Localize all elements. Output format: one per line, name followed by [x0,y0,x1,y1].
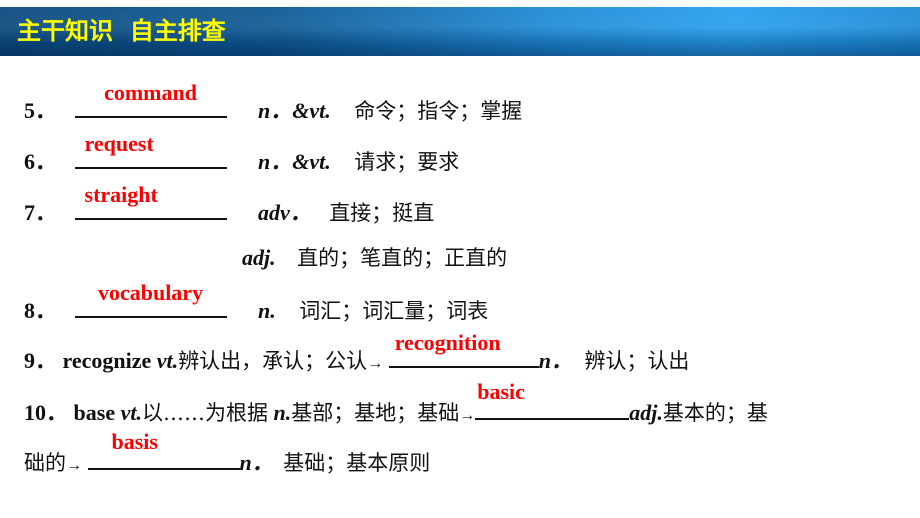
answer-blank[interactable]: command [74,80,227,118]
answer-part-of-speech: n． [538,348,573,373]
item-number: 8． [24,298,58,323]
section-title: 主干知识 自主排查 [17,17,226,45]
part-of-speech: vt. [120,400,142,425]
meaning: 直接；挺直 [329,201,435,225]
part-of-speech: n. [273,400,292,425]
answer-meaning: 基础；基本原则 [283,451,431,475]
answer-blank[interactable]: recognition [388,330,539,368]
vocab-item-8: 8． vocabulary n. 词汇；词汇量；词表 [24,280,489,326]
answer-text: request [84,131,154,156]
vocab-item-6: 6． request n．&vt. 请求；要求 [24,131,460,177]
answer-text: straight [84,182,158,207]
item-number: 5． [24,98,58,123]
meaning: 基部；基地；基础 [291,401,460,425]
answer-part-of-speech: n． [239,450,274,475]
vocab-item-5: 5． command n．&vt. 命令；指令；掌握 [24,80,523,126]
answer-text: basic [477,379,525,404]
answer-blank[interactable]: basic [475,379,630,420]
arrow-right-icon: → [66,457,82,474]
section-header-bar: 主干知识 自主排查 [0,7,920,56]
meaning: 请求；要求 [354,150,460,174]
answer-text: vocabulary [97,280,204,305]
answer-meaning: 基本的；基 [662,401,768,425]
arrow-right-icon: → [367,355,384,372]
part-of-speech: n．&vt. [258,98,331,123]
vocab-item-9: 9． recognize vt.辨认出，承认；公认→ recognition n… [24,330,690,379]
part-of-speech: vt. [156,348,179,373]
headword: recognize [62,348,152,373]
answer-blank[interactable]: request [74,131,227,169]
part-of-speech: adj. [242,245,276,270]
answer-text: recognition [394,330,501,355]
item-number: 10． [24,400,69,425]
meaning: 直的；笔直的；正直的 [297,246,508,270]
answer-meaning: 础的 [24,451,66,475]
vocab-item-10-cont: 础的→ basis n． 基础；基本原则 [24,429,431,481]
item-number: 7． [24,200,58,225]
part-of-speech: n. [258,298,276,323]
answer-blank[interactable]: basis [87,429,240,470]
part-of-speech: n．&vt. [258,149,331,174]
vocab-item-7-extra: adj. 直的；笔直的；正直的 [242,243,507,273]
meaning: 词汇；词汇量；词表 [299,299,489,323]
answer-blank[interactable]: vocabulary [74,280,227,318]
meaning: 辨认出，承认；公认 [178,349,368,373]
answer-text: command [104,80,197,105]
answer-text: basis [111,429,158,454]
part-of-speech: adv． [258,200,312,225]
headword: base [73,400,116,425]
arrow-right-icon: → [459,407,476,424]
answer-part-of-speech: adj. [629,400,663,425]
meaning: 命令；指令；掌握 [354,99,523,123]
answer-blank[interactable]: straight [74,182,227,220]
meaning: 以……为根据 [141,401,268,425]
vocab-item-7: 7． straight adv． 直接；挺直 [24,182,435,228]
item-number: 9． [24,348,58,373]
vocab-item-10: 10． base vt.以……为根据 n.基部；基地；基础→ basic adj… [24,379,768,431]
item-number: 6． [24,149,58,174]
answer-meaning: 辨认；认出 [584,349,690,373]
